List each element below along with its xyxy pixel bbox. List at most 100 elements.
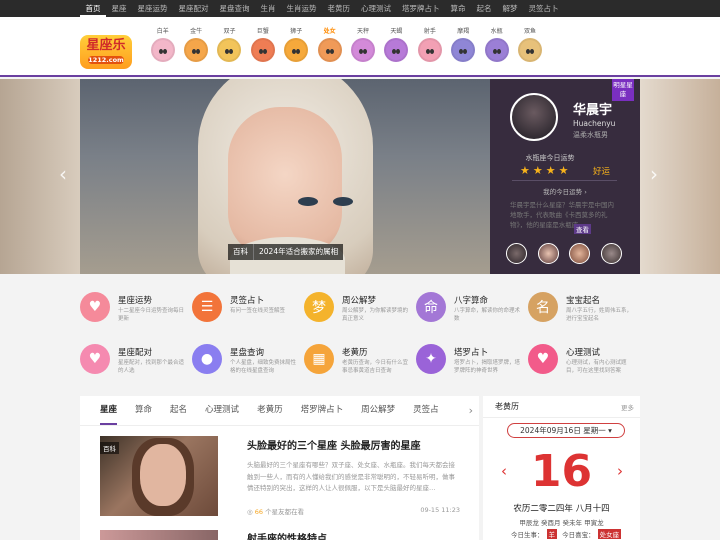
article-tab[interactable]: 老黄历 — [257, 396, 283, 425]
article-item[interactable]: 百科 头脸最好的三个星座 头脸最厉害的星座 头脑最好的三个星座有哪些？双子座、处… — [100, 436, 460, 516]
tabs-next-arrow-icon[interactable]: › — [469, 396, 473, 425]
article2-title[interactable]: 射手座的性格特点 — [247, 530, 327, 540]
category-item[interactable]: ● 星盘查询 个人星盘，细致免费抹局性格的在线星盘查询 — [192, 341, 304, 381]
category-item[interactable]: 名宝宝起名 周八字五行，姓周伟五系，进行宝宝起名 — [528, 289, 640, 329]
zodiac-item[interactable]: 巨蟹 — [246, 27, 279, 62]
banner-photo-eye-right — [333, 197, 353, 206]
site-logo[interactable]: 星座乐 1212.com — [80, 35, 132, 69]
celebrity-panel: 明星星座 华晨宇 Huachenyu 温柔水瓶男 水瓶座今日运势 ★★★★ 好运… — [490, 79, 640, 274]
zodiac-item[interactable]: 处女 — [313, 27, 346, 62]
category-item[interactable]: 梦周公解梦 周公解梦，为你解读梦境的真正意义 — [304, 289, 416, 329]
celebrity-badge: 明星星座 — [612, 79, 634, 101]
almanac-ji-label: 今日喜宝： — [562, 531, 595, 539]
article-tab[interactable]: 周公解梦 — [361, 396, 395, 425]
celebrity-thumb[interactable] — [537, 243, 559, 264]
celebrity-thumb[interactable] — [569, 243, 590, 264]
zodiac-label: 摩羯 — [457, 28, 470, 35]
zodiac-avatar-icon — [250, 38, 275, 62]
category-item[interactable]: ✦ 塔罗占卜 塔罗占卜，揭取塔罗牌，塔罗牌阵的神奇世界 — [416, 341, 528, 381]
celebrity-avatar[interactable] — [510, 93, 558, 141]
top-nav-item[interactable]: 星座 — [106, 0, 132, 17]
top-nav-item[interactable]: 解梦 — [497, 0, 523, 17]
top-nav-item[interactable]: 算命 — [445, 0, 471, 17]
top-nav-item[interactable]: 星座运势 — [132, 0, 173, 17]
celebrity-thumb[interactable] — [506, 243, 527, 264]
top-nav-item[interactable]: 老黄历 — [322, 0, 356, 17]
logo-text: 星座乐 — [86, 38, 126, 53]
category-item[interactable]: ☰ 灵签占卜 有问一签在线灵签解签 — [192, 289, 304, 329]
article-thumbnail[interactable]: 百科 — [100, 436, 218, 516]
celebrity-name[interactable]: 华晨宇 — [573, 99, 612, 118]
article-views: 66 — [254, 508, 264, 516]
article2-thumbnail[interactable] — [100, 530, 218, 540]
category-sub: 八字算命，解读你的命理术数 — [454, 308, 521, 322]
top-nav-item[interactable]: 首页 — [80, 0, 106, 17]
zodiac-nav: 白羊 金牛 双子 巨蟹 狮子 处女 天秤 天蝎 射手 摩羯 水瓶 双鱼 — [146, 27, 547, 62]
category-item[interactable]: ♥ 心理测试 心理测试，有内心测试题目，可在这里找到答案 — [528, 341, 640, 381]
article-tab[interactable]: 起名 — [170, 396, 187, 425]
zodiac-item[interactable]: 天蝎 — [380, 27, 413, 62]
my-fortune-link[interactable]: 我的今日运势 › — [490, 186, 640, 196]
zodiac-avatar-icon — [317, 38, 342, 62]
zodiac-label: 处女 — [323, 28, 336, 35]
banner-photo-eye-left — [298, 197, 318, 206]
celebrity-divider — [512, 180, 617, 181]
zodiac-item[interactable]: 水瓶 — [480, 27, 513, 62]
article-title[interactable]: 头脸最好的三个星座 头脸最厉害的星座 — [247, 437, 420, 452]
almanac-next-icon[interactable]: › — [617, 462, 623, 480]
banner-carousel[interactable]: 百科 2024年适合搬家的属相 ‹ › 明星星座 华晨宇 Huachenyu 温… — [0, 79, 720, 274]
zodiac-label: 水瓶 — [490, 28, 503, 35]
category-icon: ♥ — [80, 292, 110, 322]
almanac-date-select[interactable]: 2024年09月16日 星期一 ▾ — [507, 423, 625, 438]
almanac-more-link[interactable]: 更多 — [621, 402, 634, 412]
category-icon: ☰ — [192, 292, 222, 322]
article-views-label: 个星友都在看 — [265, 508, 305, 516]
top-nav-item[interactable]: 灵签占卜 — [523, 0, 564, 17]
almanac-ji: 处女座 — [597, 529, 622, 539]
article-tab[interactable]: 算命 — [135, 396, 152, 425]
banner-photo-face — [228, 107, 342, 257]
banner-next-arrow-icon[interactable]: › — [650, 164, 658, 184]
top-nav-item[interactable]: 星盘查询 — [214, 0, 255, 17]
category-title: 塔罗占卜 — [454, 348, 489, 358]
zodiac-item[interactable]: 双子 — [213, 27, 246, 62]
category-title: 老黄历 — [342, 348, 368, 358]
celebrity-thumb[interactable] — [600, 243, 622, 264]
zodiac-item[interactable]: 白羊 — [146, 27, 179, 62]
zodiac-item[interactable]: 金牛 — [179, 27, 212, 62]
top-nav-item[interactable]: 心理测试 — [356, 0, 397, 17]
article-desc: 头脑最好的三个星座有哪些？双子座、处女座、水瓶座。我们每天都会接触到一些人，而有… — [247, 461, 455, 492]
category-title: 灵签占卜 — [230, 296, 265, 306]
zodiac-item[interactable]: 射手 — [413, 27, 446, 62]
article-tab[interactable]: 灵签占 — [413, 396, 439, 425]
article-tab[interactable]: 塔罗牌占卜 — [301, 396, 344, 425]
category-sub: 塔罗占卜，揭取塔罗牌，塔罗牌阵的神奇世界 — [454, 360, 521, 374]
top-nav-item[interactable]: 起名 — [471, 0, 497, 17]
zodiac-item[interactable]: 双鱼 — [513, 27, 546, 62]
zodiac-item[interactable]: 天秤 — [346, 27, 379, 62]
top-nav-item[interactable]: 塔罗牌占卜 — [397, 0, 446, 17]
banner-prev-image — [0, 79, 80, 274]
banner-caption[interactable]: 百科 2024年适合搬家的属相 — [228, 244, 344, 260]
category-item[interactable]: ▦ 老黄历 老黄历查询，今日有什么宜事忌事黄道吉日查询 — [304, 341, 416, 381]
thumbnail-face — [140, 444, 186, 506]
zodiac-avatar-icon — [384, 38, 409, 62]
article-tab[interactable]: 星座 — [100, 396, 118, 425]
category-item[interactable]: ♥ 星座运势 十二星座今日运势查询每日更新 — [80, 289, 192, 329]
logo-sub: 1212.com — [88, 56, 124, 64]
category-item[interactable]: ♥ 星座配对 星座配对，找到那个最合适的人选 — [80, 341, 192, 381]
almanac-today: 今日生事：羊 今日喜宝： 处女座 — [511, 529, 624, 539]
zodiac-item[interactable]: 摩羯 — [447, 27, 480, 62]
top-nav-item[interactable]: 星座配对 — [173, 0, 214, 17]
article-tab[interactable]: 心理测试 — [205, 396, 239, 425]
top-nav-item[interactable]: 生肖 — [255, 0, 281, 17]
category-item[interactable]: 命八字算命 八字算命，解读你的命理术数 — [416, 289, 528, 329]
category-title: 心理测试 — [566, 348, 601, 358]
top-nav: 首页 星座 星座运势 星座配对 星盘查询 生肖 生肖运势 老黄历 心理测试 塔罗牌占卜 算命 起名 解梦… — [80, 0, 564, 17]
celebrity-more-link[interactable]: 查看 — [574, 224, 591, 234]
almanac-title: 老黄历 — [495, 402, 519, 411]
banner-prev-arrow-icon[interactable]: ‹ — [59, 164, 67, 184]
top-nav-item[interactable]: 生肖运势 — [281, 0, 322, 17]
chevron-down-icon: ▾ — [608, 426, 612, 435]
zodiac-item[interactable]: 狮子 — [280, 27, 313, 62]
